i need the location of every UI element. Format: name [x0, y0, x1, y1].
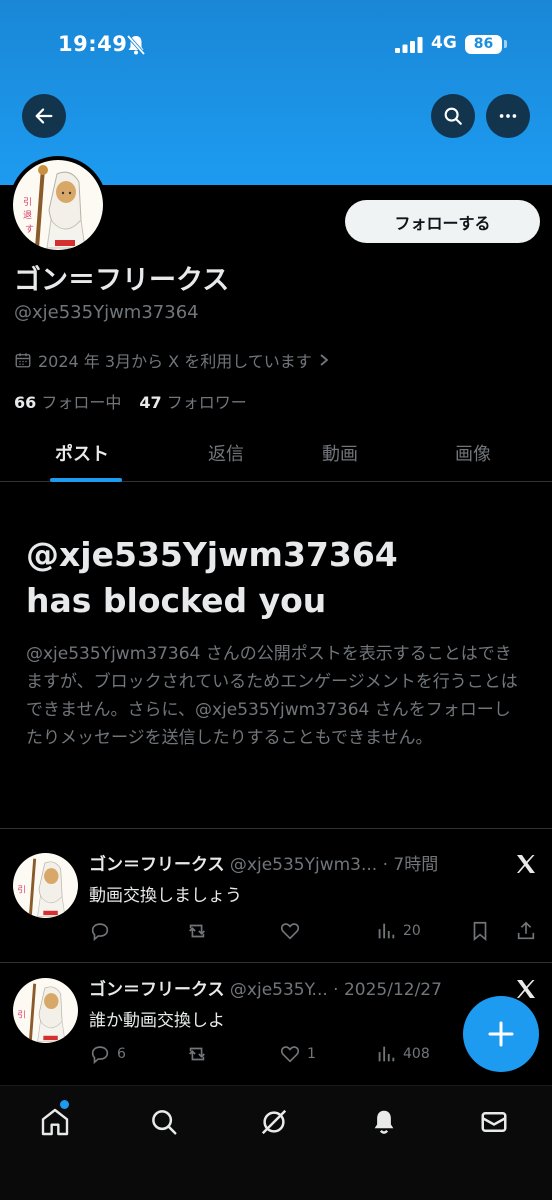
post-item[interactable]: 引 ゴン＝フリークス @xje535Yjwm3... · 7時間 動画交換しまし… — [0, 850, 552, 960]
repost-action[interactable] — [186, 920, 214, 942]
post-header: ゴン＝フリークス @xje535Yjwm3... · 7時間 — [89, 850, 499, 875]
like-action[interactable]: 1 — [279, 1043, 316, 1065]
like-count: 1 — [307, 1046, 316, 1062]
grok-icon — [261, 1109, 287, 1135]
profile-handle: @xje535Yjwm37364 — [14, 302, 199, 323]
home-icon — [41, 1108, 69, 1136]
search-icon — [444, 107, 462, 125]
nav-home[interactable] — [37, 1104, 73, 1140]
repost-action[interactable] — [186, 1043, 214, 1065]
status-bar: 19:49 4G 86 — [0, 0, 552, 92]
profile-tabs: ポスト 返信 動画 画像 — [0, 426, 552, 482]
followers-count: 47 — [139, 393, 162, 412]
battery-tip — [504, 40, 507, 48]
following-count: 66 — [14, 393, 37, 412]
network-type: 4G — [431, 33, 457, 53]
share-action[interactable] — [515, 920, 537, 942]
following-label: フォロー中 — [41, 393, 122, 412]
post-avatar[interactable]: 引 — [13, 978, 78, 1043]
home-notification-dot — [60, 1100, 69, 1109]
plus-icon — [488, 1021, 514, 1047]
reply-action[interactable] — [89, 920, 117, 942]
compose-button[interactable] — [463, 996, 539, 1072]
profile-display-name: ゴン＝フリークス — [14, 265, 230, 296]
analytics-icon — [378, 1046, 395, 1062]
tab-posts[interactable]: ポスト — [55, 440, 109, 466]
share-icon — [517, 921, 535, 940]
silent-bell-icon — [126, 34, 146, 56]
avatar-illustration: 引 退 す — [13, 160, 103, 250]
post-header: ゴン＝フリークス @xje535Y... · 2025/12/27 — [89, 975, 499, 1000]
battery-indicator: 86 — [465, 35, 502, 54]
followers-link[interactable]: 47 フォロワー — [139, 389, 246, 413]
more-horizontal-icon — [499, 114, 517, 118]
search-icon — [152, 1110, 177, 1135]
tab-active-indicator — [50, 478, 122, 482]
bottom-navigation — [0, 1085, 552, 1200]
post-actions: 20 — [89, 920, 539, 944]
more-button[interactable] — [486, 94, 530, 138]
following-link[interactable]: 66 フォロー中 — [14, 389, 121, 413]
post-avatar[interactable]: 引 — [13, 853, 78, 918]
svg-text:退: 退 — [23, 210, 32, 221]
svg-text:す: す — [25, 224, 34, 235]
repost-icon — [189, 924, 205, 938]
back-button[interactable] — [22, 94, 66, 138]
follow-button[interactable]: フォローする — [345, 200, 540, 243]
blocked-description: @xje535Yjwm37364 さんの公開ポストを表示することはできますが、ブ… — [26, 644, 518, 748]
nav-messages[interactable] — [476, 1104, 512, 1140]
blocked-title-text: has blocked you — [26, 581, 327, 620]
heart-icon — [280, 923, 300, 940]
divider — [0, 828, 552, 829]
mail-icon — [481, 1112, 507, 1132]
reply-icon — [91, 1046, 109, 1065]
svg-text:引: 引 — [23, 197, 32, 208]
nav-explore[interactable] — [146, 1104, 182, 1140]
bell-icon — [374, 1110, 394, 1134]
tab-replies[interactable]: 返信 — [208, 440, 244, 466]
status-time: 19:49 — [58, 32, 128, 56]
calendar-icon — [15, 353, 31, 368]
x-logo-icon — [517, 980, 535, 998]
like-action[interactable] — [279, 920, 307, 942]
follow-counts: 66 フォロー中 47 フォロワー — [14, 389, 247, 413]
tab-videos[interactable]: 動画 — [322, 440, 358, 466]
bookmark-action[interactable] — [469, 920, 491, 942]
post-meta: @xje535Yjwm3... · 7時間 — [229, 855, 439, 875]
arrow-left-icon — [35, 108, 53, 124]
reply-icon — [91, 923, 109, 942]
joined-text: 2024 年 3月から X を利用しています — [38, 352, 312, 371]
post-text: 動画交換しましょう — [89, 886, 242, 906]
svg-text:引: 引 — [17, 1010, 26, 1021]
chevron-right-icon — [320, 354, 329, 366]
analytics-icon — [378, 923, 395, 939]
divider — [0, 962, 552, 963]
heart-icon — [280, 1046, 300, 1063]
repost-icon — [189, 1047, 205, 1061]
blocked-title: @xje535Yjwm37364 has blocked you — [26, 532, 526, 624]
nav-notifications[interactable] — [366, 1104, 402, 1140]
reply-action[interactable]: 6 — [89, 1043, 126, 1065]
view-count: 20 — [403, 923, 421, 939]
tab-images[interactable]: 画像 — [455, 440, 491, 466]
profile-avatar[interactable]: 引 退 す — [9, 156, 107, 254]
view-count: 408 — [403, 1046, 430, 1062]
x-logo-icon — [517, 855, 535, 873]
post-meta: @xje535Y... · 2025/12/27 — [229, 980, 442, 1000]
blocked-title-handle: @xje535Yjwm37364 — [26, 535, 398, 574]
post-author-name[interactable]: ゴン＝フリークス — [89, 855, 225, 875]
followers-label: フォロワー — [166, 393, 247, 412]
nav-grok[interactable] — [256, 1104, 292, 1140]
views-action[interactable]: 408 — [375, 1043, 430, 1065]
cell-signal-icon — [395, 37, 423, 53]
reply-count: 6 — [117, 1046, 126, 1062]
bookmark-icon — [473, 921, 487, 942]
search-button[interactable] — [431, 94, 475, 138]
views-action[interactable]: 20 — [375, 920, 421, 942]
post-text: 誰か動画交換しよ — [89, 1011, 225, 1031]
joined-date-row[interactable]: 2024 年 3月から X を利用しています — [14, 348, 330, 372]
post-author-name[interactable]: ゴン＝フリークス — [89, 980, 225, 1000]
svg-text:引: 引 — [17, 885, 26, 896]
